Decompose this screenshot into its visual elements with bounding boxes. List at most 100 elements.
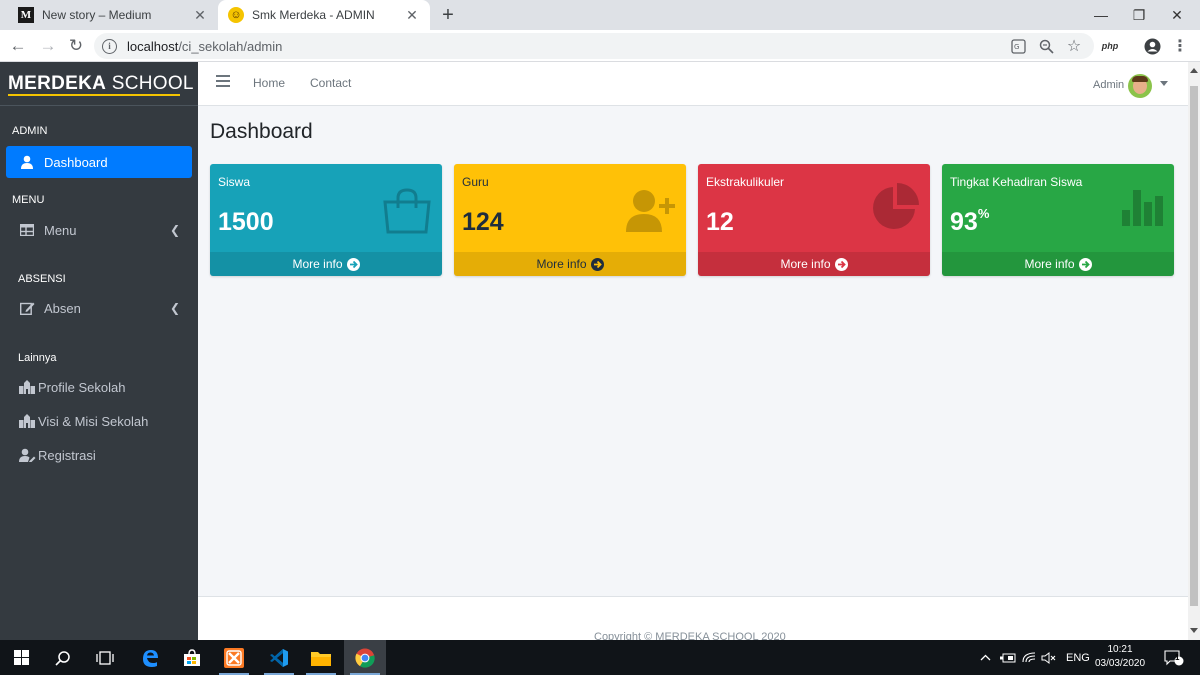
- language-indicator[interactable]: ENG: [1066, 640, 1090, 675]
- profile-icon[interactable]: [1140, 34, 1164, 58]
- back-button[interactable]: ←: [6, 34, 30, 58]
- stat-value: 1500: [218, 208, 274, 237]
- address-bar[interactable]: i localhost/ci_sekolah/admin: [94, 33, 1094, 59]
- more-info-link[interactable]: More info: [210, 252, 442, 276]
- section-admin: ADMIN: [12, 125, 48, 137]
- browser-tab-medium[interactable]: M New story – Medium ✕: [8, 0, 218, 30]
- show-hidden-icons-chevron-icon[interactable]: [980, 640, 991, 675]
- sidebar-item-visi-misi[interactable]: Visi & Misi Sekolah: [6, 405, 192, 437]
- stat-label: Guru: [462, 175, 489, 189]
- school-icon: [18, 380, 36, 394]
- sidebar-item-registrasi[interactable]: Registrasi: [6, 439, 192, 471]
- notification-center-icon[interactable]: 1: [1164, 640, 1184, 675]
- chrome-icon[interactable]: [344, 640, 386, 675]
- sidebar-item-dashboard[interactable]: Dashboard: [6, 146, 192, 178]
- svg-text:G: G: [1014, 43, 1019, 51]
- browser-tab-admin[interactable]: ☺ Smk Merdeka - ADMIN ✕: [218, 0, 430, 30]
- sidebar-item-menu[interactable]: Menu ❮: [6, 214, 192, 246]
- chevron-left-icon: ❮: [169, 301, 180, 315]
- user-icon: [18, 155, 36, 169]
- sidebar-item-label: Absen: [44, 300, 81, 316]
- scrollbar-thumb[interactable]: [1190, 86, 1198, 606]
- brand-text: MERDEKA SCHOOL: [8, 73, 194, 95]
- bar-chart-icon: [1120, 186, 1164, 229]
- stat-number: 124: [462, 208, 504, 236]
- page-scrollbar[interactable]: [1188, 62, 1200, 640]
- translate-icon[interactable]: G: [1006, 34, 1030, 58]
- stat-box-siswa: Siswa 1500 More info: [210, 164, 442, 276]
- store-icon[interactable]: [171, 640, 213, 675]
- section-absensi: ABSENSI: [18, 273, 66, 285]
- user-name[interactable]: Admin: [1093, 79, 1124, 91]
- task-view-icon[interactable]: [84, 640, 126, 675]
- close-tab-icon[interactable]: ✕: [404, 7, 420, 24]
- user-edit-icon: [18, 448, 36, 462]
- xampp-icon[interactable]: [213, 640, 255, 675]
- sidebar-item-label: Registrasi: [38, 447, 96, 463]
- reload-button[interactable]: ↻: [64, 34, 88, 58]
- zoom-icon[interactable]: [1034, 34, 1058, 58]
- wifi-icon[interactable]: [1022, 640, 1036, 675]
- search-icon[interactable]: [42, 640, 84, 675]
- php-extension-icon[interactable]: php: [1098, 34, 1122, 58]
- arrow-circle-right-icon: [1078, 257, 1092, 271]
- close-tab-icon[interactable]: ✕: [192, 7, 208, 24]
- close-window-button[interactable]: ✕: [1154, 0, 1200, 30]
- url-path: /ci_sekolah/admin: [178, 38, 283, 54]
- avatar-hair: [1132, 76, 1148, 82]
- bookmark-star-icon[interactable]: ☆: [1062, 34, 1086, 58]
- nav-link-contact[interactable]: Contact: [310, 76, 351, 90]
- stat-label: Tingkat Kehadiran Siswa: [950, 175, 1083, 189]
- arrow-circle-right-icon: [834, 257, 848, 271]
- forward-button[interactable]: →: [36, 34, 60, 58]
- sidebar: MERDEKA SCHOOL ADMIN Dashboard MENU Menu…: [0, 62, 198, 640]
- windows-taskbar: ENG 10:21 03/03/2020 1: [0, 640, 1200, 675]
- site-info-icon[interactable]: i: [102, 38, 117, 54]
- stat-value: 12: [706, 208, 734, 237]
- more-info-link[interactable]: More info: [942, 252, 1174, 276]
- browser-menu-icon[interactable]: ⋮: [1168, 34, 1192, 58]
- scroll-down-arrow-icon[interactable]: [1190, 628, 1198, 633]
- more-info-link[interactable]: More info: [454, 252, 686, 276]
- tab-title: New story – Medium: [42, 8, 152, 22]
- stat-value: 93%: [950, 206, 989, 237]
- sidebar-item-profile-sekolah[interactable]: Profile Sekolah: [6, 371, 192, 403]
- volume-muted-icon[interactable]: [1041, 640, 1057, 675]
- stat-label: Siswa: [218, 175, 251, 189]
- stat-number: 93: [950, 208, 978, 236]
- section-menu: MENU: [12, 194, 45, 206]
- nav-link-home[interactable]: Home: [253, 76, 285, 90]
- table-grid-icon: [18, 224, 36, 236]
- hamburger-menu-icon[interactable]: [216, 75, 230, 87]
- school-icon: [18, 414, 36, 428]
- chevron-left-icon: ❮: [169, 223, 180, 237]
- arrow-circle-right-icon: [346, 257, 360, 271]
- browser-tab-strip: M New story – Medium ✕ ☺ Smk Merdeka - A…: [0, 0, 1200, 30]
- brand-logo[interactable]: MERDEKA SCHOOL: [0, 62, 198, 106]
- caret-down-icon[interactable]: [1160, 81, 1168, 86]
- vscode-icon[interactable]: [258, 640, 300, 675]
- windows-start-icon[interactable]: [0, 640, 42, 675]
- more-info-link[interactable]: More info: [698, 252, 930, 276]
- clock-date: 03/03/2020: [1094, 658, 1146, 669]
- avatar[interactable]: [1128, 74, 1152, 98]
- pie-chart-icon: [870, 182, 920, 235]
- new-tab-button[interactable]: +: [438, 4, 458, 27]
- sidebar-item-absen[interactable]: Absen ❮: [6, 292, 192, 324]
- edge-browser-icon[interactable]: [129, 640, 171, 675]
- battery-icon[interactable]: [1000, 640, 1016, 675]
- school-favicon-icon: ☺: [228, 7, 244, 23]
- sidebar-item-label: Visi & Misi Sekolah: [38, 413, 149, 429]
- browser-toolbar: ← → ↻ i localhost/ci_sekolah/admin G ☆ p…: [0, 30, 1200, 62]
- stat-value: 124: [462, 208, 504, 237]
- scroll-up-arrow-icon[interactable]: [1190, 68, 1198, 73]
- clock-time: 10:21: [1107, 644, 1133, 655]
- arrow-circle-right-icon: [590, 257, 604, 271]
- file-explorer-icon[interactable]: [300, 640, 342, 675]
- taskbar-clock[interactable]: 10:21 03/03/2020: [1090, 643, 1150, 671]
- more-info-label: More info: [780, 257, 831, 271]
- page-footer: Copyright © MERDEKA SCHOOL 2020: [198, 596, 1188, 643]
- edit-icon: [18, 301, 36, 315]
- stat-number: 12: [706, 208, 734, 236]
- tab-title: Smk Merdeka - ADMIN: [252, 8, 375, 22]
